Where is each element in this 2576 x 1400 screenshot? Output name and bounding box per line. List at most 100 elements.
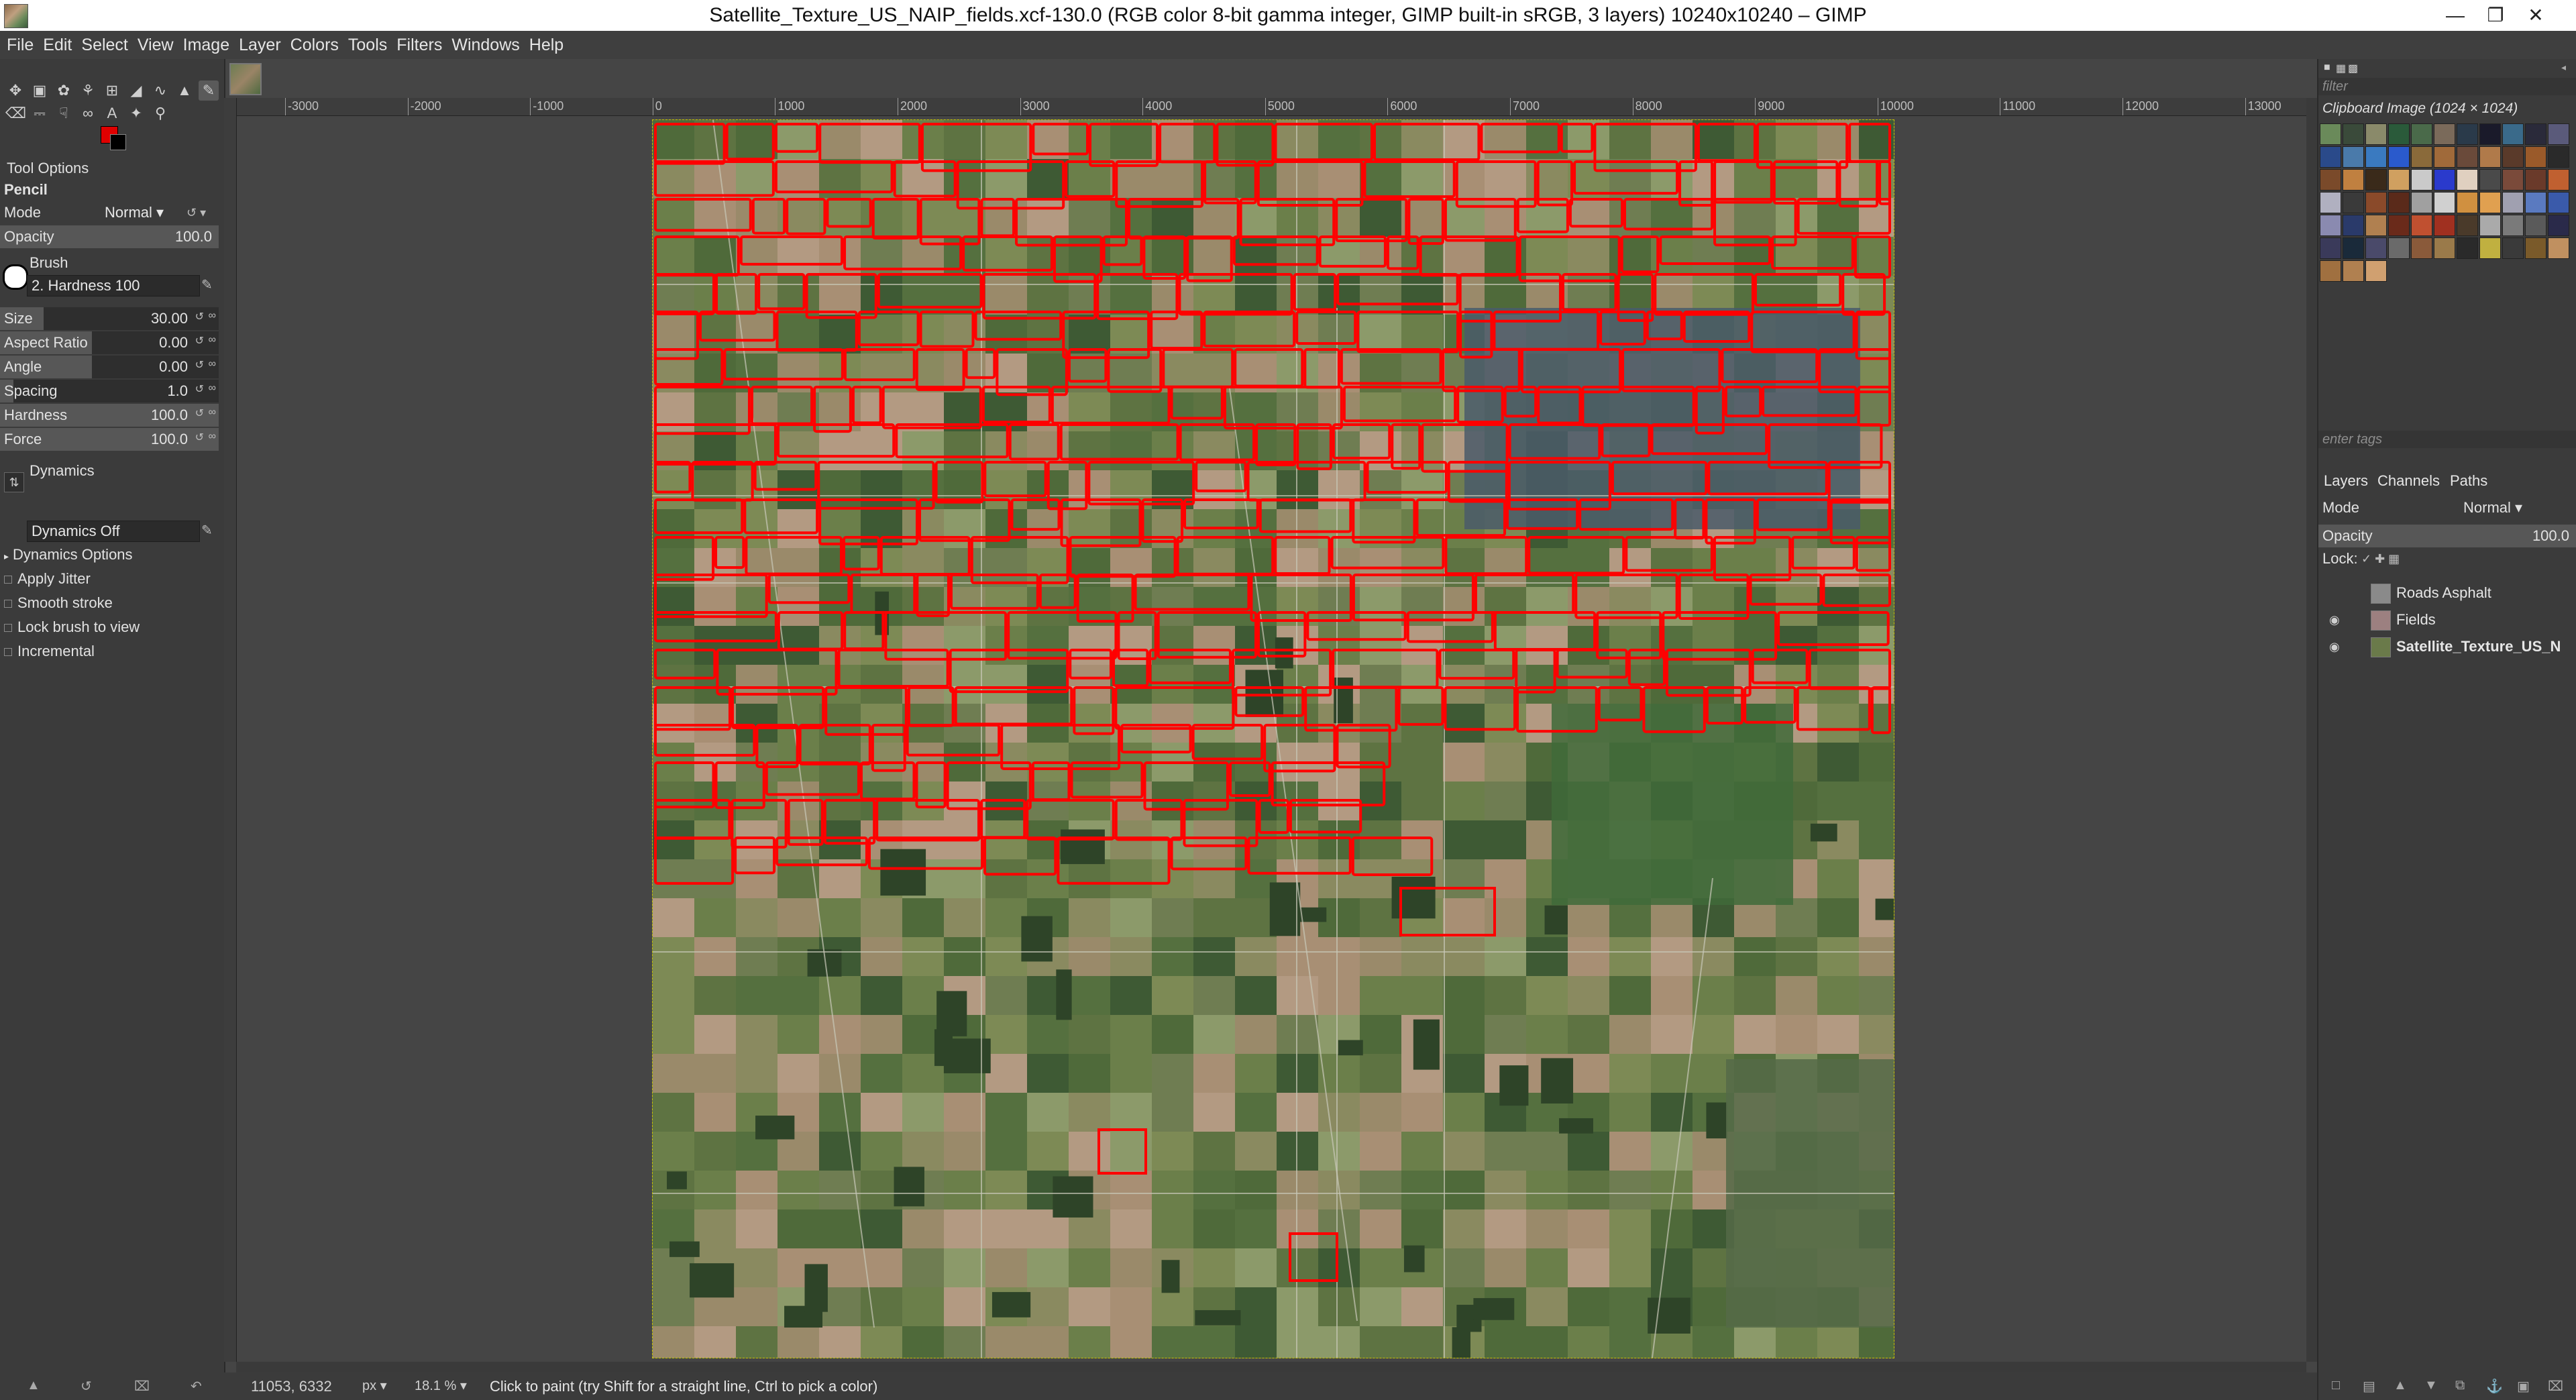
- menu-select[interactable]: Select: [76, 31, 132, 59]
- pattern-swatch[interactable]: [2320, 215, 2341, 236]
- dock-menu-icon[interactable]: ◂: [2561, 62, 2566, 73]
- pattern-swatch[interactable]: [2320, 237, 2341, 259]
- pattern-swatch[interactable]: [2388, 192, 2410, 213]
- pattern-swatch[interactable]: [2320, 169, 2341, 191]
- mode-reset-icon[interactable]: ↺ ▾: [186, 201, 206, 224]
- pattern-swatch[interactable]: [2479, 237, 2501, 259]
- tab-layers[interactable]: Layers: [2324, 471, 2368, 491]
- layer-row-roads-asphalt[interactable]: Roads Asphalt: [2318, 580, 2576, 606]
- lock-pixels-icon[interactable]: ✓ ✚ ▦: [2361, 547, 2400, 570]
- pattern-swatch[interactable]: [2434, 237, 2455, 259]
- reset-options-icon[interactable]: ↶: [191, 1378, 202, 1395]
- dynamics-options-expander[interactable]: ▸ Dynamics Options: [4, 543, 133, 566]
- pattern-swatch[interactable]: [2411, 123, 2432, 145]
- image-tab-thumbnail[interactable]: [229, 63, 262, 95]
- hardness-slider[interactable]: Hardness 100.0 ↺ ∞: [0, 404, 219, 427]
- layer-row-fields[interactable]: ◉ Fields: [2318, 606, 2576, 633]
- pattern-swatch[interactable]: [2411, 169, 2432, 191]
- pattern-swatch[interactable]: [2343, 237, 2364, 259]
- brush-field[interactable]: 2. Hardness 100: [27, 275, 200, 297]
- smudge-tool-icon[interactable]: ☟: [54, 103, 74, 123]
- minimize-icon[interactable]: —: [2435, 0, 2475, 31]
- pattern-swatch[interactable]: [2525, 146, 2546, 168]
- pattern-swatch[interactable]: [2502, 192, 2524, 213]
- aspect-ratio-slider[interactable]: Aspect Ratio 0.00 ↺ ∞: [0, 331, 219, 354]
- pattern-swatch[interactable]: [2479, 146, 2501, 168]
- transform-tool-icon[interactable]: ◢: [126, 80, 146, 101]
- pattern-swatch[interactable]: [2548, 169, 2569, 191]
- pattern-swatch[interactable]: [2320, 192, 2341, 213]
- pattern-swatch[interactable]: [2525, 192, 2546, 213]
- pattern-swatch[interactable]: [2548, 146, 2569, 168]
- close-icon[interactable]: ✕: [2516, 0, 2556, 31]
- pattern-swatch[interactable]: [2457, 237, 2478, 259]
- tool-options-tab[interactable]: Tool Options: [0, 158, 224, 178]
- pattern-swatch[interactable]: [2343, 215, 2364, 236]
- apply-jitter-checkbox[interactable]: Apply Jitter: [4, 568, 91, 590]
- layer-mode-dropdown[interactable]: Normal ▾: [2463, 496, 2522, 519]
- pattern-swatch[interactable]: [2548, 192, 2569, 213]
- pattern-swatch[interactable]: [2388, 146, 2410, 168]
- pattern-swatch[interactable]: [2434, 192, 2455, 213]
- new-layer-icon[interactable]: □: [2332, 1378, 2340, 1393]
- pattern-swatch[interactable]: [2502, 215, 2524, 236]
- incremental-checkbox[interactable]: Incremental: [4, 640, 95, 663]
- dynamics-field[interactable]: Dynamics Off: [27, 521, 200, 542]
- save-options-icon[interactable]: ▲: [27, 1378, 40, 1393]
- zoom-tool-icon[interactable]: ⚲: [150, 103, 170, 123]
- zoom-dropdown[interactable]: 18.1 % ▾: [411, 1377, 471, 1395]
- crop-tool-icon[interactable]: ⊞: [102, 80, 122, 101]
- tab-paths[interactable]: Paths: [2450, 471, 2487, 491]
- pattern-swatch[interactable]: [2548, 237, 2569, 259]
- brushes-tab-icon[interactable]: ■: [2324, 62, 2330, 74]
- force-reset-icon[interactable]: ↺: [195, 431, 204, 444]
- pattern-swatch[interactable]: [2343, 192, 2364, 213]
- spacing-link-icon[interactable]: ∞: [209, 382, 216, 394]
- pattern-swatch[interactable]: [2479, 192, 2501, 213]
- pattern-swatch[interactable]: [2457, 169, 2478, 191]
- delete-options-icon[interactable]: ⌧: [134, 1378, 150, 1395]
- pattern-swatch[interactable]: [2365, 169, 2387, 191]
- edit-brush-icon[interactable]: ✎: [201, 276, 213, 293]
- background-color-swatch[interactable]: [110, 134, 126, 150]
- bucket-fill-tool-icon[interactable]: ▲: [174, 80, 195, 101]
- menu-file[interactable]: File: [0, 31, 38, 59]
- pattern-tags-input[interactable]: enter tags: [2318, 431, 2576, 448]
- pattern-swatch[interactable]: [2457, 146, 2478, 168]
- pattern-swatch[interactable]: [2479, 169, 2501, 191]
- pattern-swatch[interactable]: [2388, 237, 2410, 259]
- pattern-swatch[interactable]: [2343, 146, 2364, 168]
- eraser-tool-icon[interactable]: ⌫: [5, 103, 26, 123]
- fonts-tab-icon[interactable]: ▩: [2348, 62, 2358, 75]
- pattern-swatch[interactable]: [2411, 192, 2432, 213]
- pattern-filter-input[interactable]: filter: [2318, 78, 2576, 95]
- size-link-icon[interactable]: ∞: [209, 310, 216, 322]
- move-tool-icon[interactable]: ✥: [5, 80, 25, 101]
- size-slider[interactable]: Size 30.00 ↺ ∞: [0, 307, 219, 330]
- text-tool-icon[interactable]: A: [102, 103, 122, 123]
- pattern-swatch[interactable]: [2525, 123, 2546, 145]
- pattern-swatch[interactable]: [2434, 146, 2455, 168]
- force-link-icon[interactable]: ∞: [209, 431, 216, 443]
- menu-view[interactable]: View: [133, 31, 178, 59]
- pencil-tool-icon[interactable]: ✎: [199, 80, 219, 101]
- mask-layer-icon[interactable]: ▣: [2517, 1378, 2530, 1395]
- satellite-fields-map[interactable]: [653, 120, 1894, 1358]
- pattern-swatch[interactable]: [2502, 169, 2524, 191]
- pattern-swatch[interactable]: [2525, 237, 2546, 259]
- new-group-icon[interactable]: ▤: [2363, 1378, 2375, 1395]
- restore-icon[interactable]: ❐: [2475, 0, 2516, 31]
- pattern-swatch[interactable]: [2388, 169, 2410, 191]
- pattern-swatch[interactable]: [2365, 146, 2387, 168]
- pattern-swatch[interactable]: [2525, 169, 2546, 191]
- pattern-swatch[interactable]: [2320, 260, 2341, 282]
- hardness-link-icon[interactable]: ∞: [209, 407, 216, 419]
- pattern-swatch[interactable]: [2457, 123, 2478, 145]
- angle-reset-icon[interactable]: ↺: [195, 358, 204, 372]
- menu-tools[interactable]: Tools: [343, 31, 392, 59]
- visibility-eye-icon[interactable]: ◉: [2329, 633, 2340, 660]
- hardness-reset-icon[interactable]: ↺: [195, 407, 204, 420]
- pattern-swatch[interactable]: [2434, 123, 2455, 145]
- pattern-swatch[interactable]: [2365, 192, 2387, 213]
- pattern-swatch[interactable]: [2320, 123, 2341, 145]
